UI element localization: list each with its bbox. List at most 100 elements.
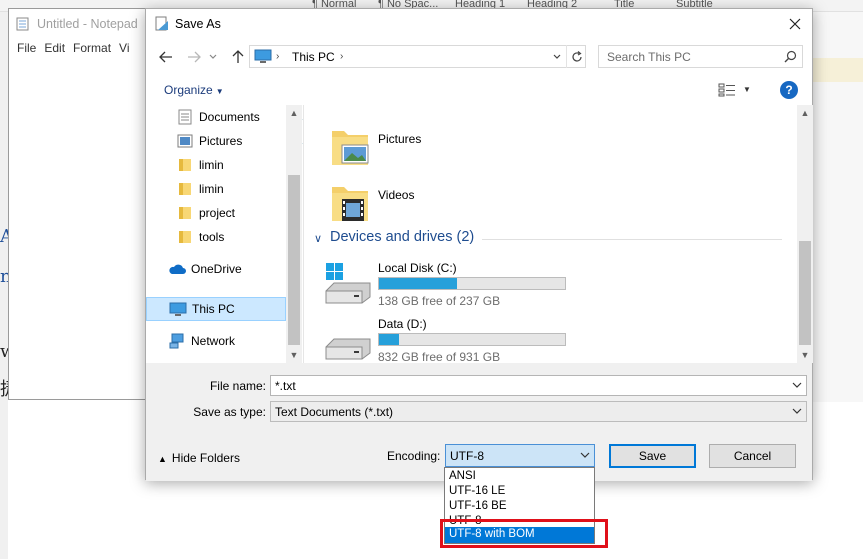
devices-and-drives-header[interactable]: ∨ Devices and drives (2) — [312, 229, 782, 251]
navpane-scrollbar[interactable]: ▲ ▼ — [286, 105, 302, 363]
close-icon — [789, 18, 801, 30]
pictures-folder-icon — [332, 131, 369, 165]
help-button[interactable]: ? — [780, 81, 798, 99]
encoding-option-ansi[interactable]: ANSI — [445, 469, 594, 484]
file-name-label: File name: — [209, 379, 266, 393]
scroll-down-icon[interactable]: ▼ — [286, 348, 302, 362]
save-as-type-value: Text Documents (*.txt) — [275, 405, 394, 419]
chevron-down-icon — [792, 408, 802, 414]
drive-usage-fill — [379, 278, 457, 289]
pictures-icon — [176, 133, 194, 149]
encoding-value: UTF-8 — [450, 449, 484, 463]
caret-down-icon: ▼ — [215, 87, 224, 96]
notepad-window: Untitled - Notepad File Edit Format Vi — [8, 8, 163, 400]
breadcrumb-separator-icon: › — [276, 51, 280, 62]
this-pc-icon — [254, 49, 272, 63]
help-icon: ? — [785, 83, 793, 97]
save-as-type-select[interactable]: Text Documents (*.txt) — [270, 401, 807, 422]
view-dropdown-icon[interactable]: ▼ — [743, 85, 751, 94]
arrow-up-icon — [232, 50, 244, 63]
folder-icon — [176, 205, 194, 221]
drive-free-space: 138 GB free of 237 GB — [378, 294, 501, 308]
drive-usage-bar — [378, 277, 566, 290]
save-as-dialog: Save As › This PC › Search This PC Organ… — [145, 8, 813, 481]
sidebar-item-label: Network — [191, 334, 236, 348]
windows-drive-icon — [325, 263, 371, 304]
encoding-label: Encoding: — [387, 449, 441, 463]
encoding-select[interactable]: UTF-8 — [445, 444, 595, 467]
chevron-down-icon[interactable] — [792, 380, 802, 390]
sidebar-item-label: limin — [199, 182, 224, 196]
chevron-down-icon — [580, 452, 590, 458]
notepad-menu-file[interactable]: File — [17, 41, 36, 55]
breadcrumb-this-pc[interactable]: This PC — [292, 50, 335, 64]
highlight-annotation-box — [440, 519, 608, 548]
folder-pictures[interactable]: Pictures — [328, 125, 548, 175]
dialog-titlebar: Save As — [146, 9, 812, 39]
chevron-up-icon: ▲ — [158, 454, 167, 464]
sidebar-item-label: tools — [199, 230, 225, 244]
sidebar-item-label: Pictures — [199, 134, 243, 148]
forward-button[interactable] — [184, 47, 204, 67]
word-right-band — [812, 58, 863, 82]
documents-icon — [176, 109, 194, 125]
arrow-left-icon — [159, 51, 172, 63]
hide-folders-button[interactable]: ▲ Hide Folders — [158, 451, 240, 465]
scrollbar-thumb[interactable] — [799, 241, 811, 345]
chevron-down-icon — [553, 54, 561, 59]
file-name-input[interactable]: *.txt — [270, 375, 807, 396]
back-button[interactable] — [156, 47, 176, 67]
view-options-icon[interactable] — [718, 83, 736, 97]
hide-folders-label: Hide Folders — [171, 451, 240, 465]
address-bar[interactable]: › This PC › — [249, 45, 586, 68]
group-header-divider — [482, 239, 782, 240]
scroll-down-icon[interactable]: ▼ — [797, 348, 813, 362]
network-icon — [168, 333, 186, 349]
dialog-title: Save As — [175, 17, 221, 31]
notepad-menu-edit[interactable]: Edit — [44, 41, 65, 55]
save-as-icon — [155, 16, 168, 31]
file-name-value: *.txt — [275, 379, 296, 393]
search-icon — [784, 50, 797, 63]
close-button[interactable] — [778, 9, 812, 39]
scroll-up-icon[interactable]: ▲ — [797, 106, 813, 120]
drive-c[interactable]: Local Disk (C:) 138 GB free of 237 GB — [324, 261, 584, 313]
up-button[interactable] — [228, 47, 248, 67]
command-toolbar: Organize ▼ ▼ ? — [146, 75, 812, 105]
notepad-menu-format[interactable]: Format — [73, 41, 111, 55]
this-pc-icon — [169, 301, 187, 317]
drive-d[interactable]: Data (D:) 832 GB free of 931 GB — [324, 317, 584, 369]
content-pane: Pictures Videos ∨ Devices and drives (2) — [303, 105, 813, 364]
scroll-up-icon[interactable]: ▲ — [286, 106, 302, 120]
recent-locations-button[interactable] — [206, 47, 220, 67]
breadcrumb-separator-icon[interactable]: › — [340, 51, 343, 62]
save-button[interactable]: Save — [609, 444, 696, 468]
folder-videos[interactable]: Videos — [328, 181, 548, 231]
sidebar-item-label: project — [199, 206, 236, 220]
notepad-menu-view[interactable]: Vi — [119, 41, 129, 55]
encoding-option-utf16be[interactable]: UTF-16 BE — [445, 499, 594, 514]
organize-label: Organize — [164, 83, 213, 97]
address-dropdown-button[interactable] — [548, 45, 566, 68]
refresh-button[interactable] — [566, 45, 586, 68]
encoding-option-utf16le[interactable]: UTF-16 LE — [445, 484, 594, 499]
notepad-titlebar: Untitled - Notepad — [9, 9, 162, 39]
search-input[interactable]: Search This PC — [598, 45, 803, 68]
save-form: File name: *.txt Save as type: Text Docu… — [146, 363, 812, 481]
scrollbar-thumb[interactable] — [288, 175, 300, 345]
search-placeholder: Search This PC — [607, 50, 691, 64]
sidebar-item-this-pc[interactable]: This PC — [146, 297, 286, 321]
chevron-down-icon[interactable]: ∨ — [314, 232, 322, 245]
sidebar-item-label: This PC — [192, 302, 235, 316]
chevron-down-icon — [209, 54, 217, 59]
cancel-button[interactable]: Cancel — [709, 444, 796, 468]
organize-button[interactable]: Organize ▼ — [164, 83, 224, 97]
navigation-pane: Documents 📌 Pictures 📌 limin limin proje… — [146, 105, 314, 363]
onedrive-icon — [168, 261, 186, 277]
navigation-bar: › This PC › Search This PC — [146, 39, 812, 75]
drive-label: Data (D:) — [378, 317, 427, 331]
sidebar-item-label: OneDrive — [191, 262, 242, 276]
notepad-menubar: File Edit Format Vi — [9, 41, 130, 59]
content-scrollbar[interactable]: ▲ ▼ — [797, 105, 813, 363]
drive-usage-fill — [379, 334, 399, 345]
